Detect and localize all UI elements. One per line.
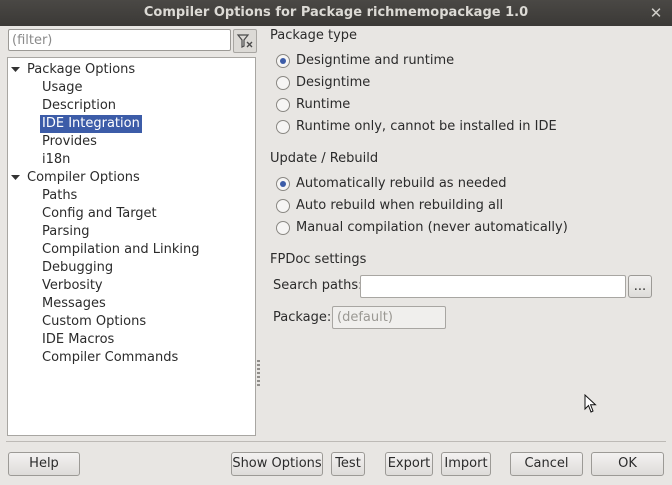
tree-item[interactable]: Description — [40, 97, 118, 115]
radio-button[interactable] — [276, 76, 290, 90]
tree-item-label: Parsing — [42, 224, 90, 239]
tree-item[interactable]: IDE Integration — [40, 115, 142, 133]
tree-item[interactable]: Paths — [40, 187, 79, 205]
tree-item[interactable]: Usage — [40, 79, 85, 97]
package-type-option-label: Runtime — [296, 97, 351, 112]
radio-button[interactable] — [276, 199, 290, 213]
cancel-button[interactable]: Cancel — [510, 452, 583, 476]
fpdoc-heading: FPDoc settings — [270, 252, 367, 267]
tree-item-label: Custom Options — [42, 314, 147, 329]
import-button[interactable]: Import — [441, 452, 491, 476]
package-type-option-label: Runtime only, cannot be installed in IDE — [296, 119, 557, 134]
package-type-heading: Package type — [270, 28, 358, 43]
tree-item-label: Messages — [42, 296, 106, 311]
tree-item[interactable]: IDE Macros — [40, 331, 116, 349]
expand-arrow-icon[interactable] — [11, 169, 20, 187]
tree-item[interactable]: Compiler Options — [11, 169, 142, 187]
filter-clear-icon — [236, 34, 253, 48]
tree-item-label: Config and Target — [42, 206, 157, 221]
tree-item-label: Paths — [42, 188, 78, 203]
search-paths-label: Search paths: — [273, 278, 363, 293]
tree-item[interactable]: Debugging — [40, 259, 115, 277]
package-type-option-label: Designtime — [296, 75, 371, 90]
help-button[interactable]: Help — [8, 452, 80, 476]
tree-item[interactable]: Verbosity — [40, 277, 105, 295]
radio-button[interactable] — [276, 120, 290, 134]
splitter-handle[interactable] — [257, 360, 260, 388]
tree-item[interactable]: i18n — [40, 151, 72, 169]
update-rebuild-option-label: Automatically rebuild as needed — [296, 176, 507, 191]
browse-button[interactable]: ... — [628, 275, 652, 298]
tree-item[interactable]: Config and Target — [40, 205, 159, 223]
tree-item[interactable]: Provides — [40, 133, 99, 151]
tree-item[interactable]: Compilation and Linking — [40, 241, 202, 259]
tree-item-label: Usage — [42, 80, 83, 95]
show-options-button[interactable]: Show Options — [231, 452, 323, 476]
close-icon[interactable]: ✕ — [648, 0, 664, 26]
tree-item[interactable]: Compiler Commands — [40, 349, 180, 367]
package-type-option-label: Designtime and runtime — [296, 53, 455, 68]
tree-item-label: IDE Integration — [40, 115, 142, 133]
tree-item-label: Compiler Commands — [42, 350, 179, 365]
export-button[interactable]: Export — [385, 452, 433, 476]
ok-button[interactable]: OK — [591, 452, 664, 476]
tree-item[interactable]: Parsing — [40, 223, 91, 241]
expand-arrow-icon[interactable] — [11, 61, 20, 79]
tree-item[interactable]: Custom Options — [40, 313, 148, 331]
package-label: Package: — [273, 310, 332, 325]
test-button[interactable]: Test — [331, 452, 365, 476]
button-bar-separator — [6, 441, 666, 442]
window-title: Compiler Options for Package richmemopac… — [143, 5, 529, 20]
filter-clear-button[interactable] — [233, 29, 257, 53]
compiler-options-dialog: Compiler Options for Package richmemopac… — [0, 0, 672, 485]
tree-item-label: Verbosity — [42, 278, 103, 293]
radio-button[interactable] — [276, 221, 290, 235]
tree-item-label: Description — [42, 98, 117, 113]
update-rebuild-heading: Update / Rebuild — [270, 151, 379, 166]
tree-item-label: Provides — [42, 134, 97, 149]
tree-item[interactable]: Package Options — [11, 61, 137, 79]
radio-button[interactable] — [276, 98, 290, 112]
update-rebuild-option-label: Auto rebuild when rebuilding all — [296, 198, 504, 213]
title-bar[interactable]: Compiler Options for Package richmemopac… — [0, 0, 672, 26]
tree-item-label: i18n — [42, 152, 71, 167]
radio-button[interactable] — [276, 177, 290, 191]
options-tree[interactable]: Package Options Usage Description IDE Integ… — [7, 57, 256, 436]
tree-item-label: Compilation and Linking — [42, 242, 200, 257]
filter-input[interactable] — [8, 29, 231, 51]
package-field[interactable] — [332, 306, 446, 329]
tree-item-label: Debugging — [42, 260, 114, 275]
tree-item[interactable]: Messages — [40, 295, 108, 313]
radio-button[interactable] — [276, 54, 290, 68]
tree-item-label: IDE Macros — [42, 332, 115, 347]
search-paths-field[interactable] — [360, 275, 626, 298]
tree-item-label: Package Options — [27, 62, 136, 77]
tree-item-label: Compiler Options — [27, 170, 140, 185]
mouse-cursor-icon — [584, 394, 597, 413]
update-rebuild-option-label: Manual compilation (never automatically) — [296, 220, 568, 235]
